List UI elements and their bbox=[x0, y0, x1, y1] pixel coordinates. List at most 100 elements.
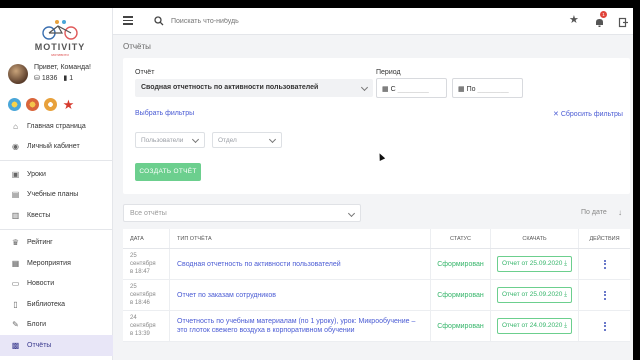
logo[interactable]: MOTIVITY мотивити bbox=[30, 18, 90, 57]
report-type-link[interactable]: Сводная отчетность по активности пользов… bbox=[170, 249, 431, 279]
sidebar-item-library[interactable]: ▯ Библиотека bbox=[0, 294, 113, 315]
department-select-value: Отдел bbox=[218, 137, 237, 144]
status-badge: Сформирован bbox=[431, 249, 491, 279]
download-button[interactable]: Отчет от 24.09.2020 ⤓ bbox=[496, 318, 573, 334]
sidebar-item-blogs[interactable]: ✎ Блоги bbox=[0, 315, 113, 336]
report-type-select[interactable]: Сводная отчетность по активности пользов… bbox=[135, 79, 373, 97]
search-icon[interactable] bbox=[154, 16, 164, 26]
sidebar-item-events[interactable]: ▦ Мероприятия bbox=[0, 253, 113, 274]
download-icon: ⤓ bbox=[564, 322, 568, 329]
menu-icon[interactable] bbox=[123, 16, 133, 25]
sidebar-item-news[interactable]: ▭ Новости bbox=[0, 274, 113, 295]
sidebar-item-label: Рейтинг bbox=[27, 239, 53, 247]
all-reports-select[interactable]: Все отчёты bbox=[123, 204, 361, 222]
sidebar-item-label: Библиотека bbox=[27, 300, 66, 308]
sidebar-item-lessons[interactable]: ▣ Уроки bbox=[0, 164, 113, 185]
lessons-icon: ▣ bbox=[11, 169, 20, 179]
date-from-label: С bbox=[390, 86, 396, 93]
report-label: Отчёт bbox=[135, 69, 155, 76]
library-icon: ▯ bbox=[13, 299, 18, 309]
sidebar-item-plans[interactable]: ▤ Учебные планы bbox=[0, 185, 113, 206]
more-actions-icon[interactable] bbox=[603, 321, 606, 331]
download-label: Отчет от 25.09.2020 bbox=[501, 291, 563, 298]
chevron-down-icon bbox=[360, 83, 369, 92]
sidebar-item-label: Квесты bbox=[27, 211, 51, 219]
sidebar-item-quests[interactable]: ▥ Квесты bbox=[0, 205, 113, 226]
report-filter-card: Отчёт Сводная отчетность по активности п… bbox=[123, 58, 630, 194]
row-date-time: в 13:39 bbox=[130, 331, 150, 337]
divider bbox=[0, 228, 113, 230]
sidebar-item-label: Личный кабинет bbox=[27, 143, 80, 151]
greeting-text: Привет, Команда! bbox=[34, 64, 91, 71]
column-header-type[interactable]: ТИП ОТЧЁТА bbox=[170, 229, 431, 248]
coins-stat: ⛁ 1836 bbox=[34, 74, 57, 82]
actions-cell bbox=[579, 249, 630, 279]
sidebar-item-label: Отчёты bbox=[27, 341, 52, 349]
sidebar-item-label: Мероприятия bbox=[27, 259, 71, 267]
reset-filters-label: Сбросить фильтры bbox=[560, 111, 623, 118]
report-type-link[interactable]: Отчет по заказам сотрудников bbox=[170, 280, 431, 310]
actions-cell bbox=[579, 280, 630, 310]
sidebar-item-label: Блоги bbox=[27, 321, 47, 329]
sidebar-item-reports[interactable]: ▩ Отчёты bbox=[0, 335, 113, 356]
coins-value: 1836 bbox=[41, 75, 58, 82]
table-row: 25 сентября в 18:46 Отчет по заказам сотр… bbox=[123, 280, 630, 311]
sidebar-item-label: Уроки bbox=[27, 170, 46, 178]
column-header-date[interactable]: ДАТА bbox=[123, 229, 170, 248]
actions-cell bbox=[579, 311, 630, 341]
sidebar-item-home[interactable]: ⌂ Главная страница bbox=[0, 116, 113, 137]
column-header-actions: ДЕЙСТВИЯ bbox=[589, 235, 620, 242]
bicycle-logo-icon bbox=[40, 18, 80, 40]
user-icon: ◉ bbox=[12, 142, 19, 152]
blogs-icon: ✎ bbox=[12, 320, 19, 330]
sidebar-item-profile[interactable]: ◉ Личный кабинет bbox=[0, 137, 113, 158]
chevron-down-icon bbox=[191, 135, 200, 144]
sidebar-item-rating[interactable]: ♛ Рейтинг bbox=[0, 233, 113, 254]
reports-table: ДАТА ТИП ОТЧЁТА СТАТУС СКАЧАТЬ ДЕЙСТВИЯ … bbox=[123, 229, 630, 342]
search-input[interactable] bbox=[171, 14, 471, 28]
choose-filters-link[interactable]: Выбрать фильтры bbox=[135, 110, 194, 117]
sort-arrow-icon[interactable]: ↓ bbox=[618, 208, 622, 217]
notification-count: 1 bbox=[600, 11, 607, 18]
reset-filters-link[interactable]: ✕ Сбросить фильтры bbox=[553, 110, 623, 118]
date-to-field[interactable]: ▦ По ________ bbox=[452, 78, 523, 98]
more-actions-icon[interactable] bbox=[603, 290, 606, 300]
main-content: Отчёты Отчёт Сводная отчетность по актив… bbox=[113, 35, 640, 360]
download-cell: Отчет от 25.09.2020 ⤓ bbox=[491, 280, 579, 310]
column-header-download[interactable]: СКАЧАТЬ bbox=[491, 229, 579, 248]
more-actions-icon[interactable] bbox=[603, 259, 606, 269]
date-to-label: По bbox=[466, 86, 476, 93]
chevron-down-icon bbox=[347, 209, 356, 218]
create-report-button[interactable]: СОЗДАТЬ ОТЧЁТ bbox=[135, 163, 201, 181]
bell-icon[interactable]: 1 bbox=[594, 11, 607, 27]
avatar[interactable] bbox=[8, 64, 28, 84]
date-from-field[interactable]: ▦ С ________ bbox=[376, 78, 447, 98]
events-icon: ▦ bbox=[11, 258, 20, 268]
row-date: 24 сентября в 13:39 bbox=[123, 311, 170, 341]
download-button[interactable]: Отчет от 25.09.2020 ⤓ bbox=[496, 287, 573, 303]
download-icon: ⤓ bbox=[564, 260, 568, 267]
calendar-icon: ▦ bbox=[382, 86, 389, 93]
table-row: 24 сентября в 13:39 Отчетность по учебным… bbox=[123, 311, 630, 342]
window-right-edge bbox=[633, 0, 640, 360]
reports-icon: ▩ bbox=[11, 340, 20, 350]
report-type-link[interactable]: Отчетность по учебным материалам (по 1 у… bbox=[170, 311, 431, 341]
chevron-down-icon bbox=[268, 135, 277, 144]
level-stat: ▮ 1 bbox=[63, 74, 73, 82]
users-select-value: Пользователи bbox=[141, 137, 184, 144]
download-button[interactable]: Отчет от 25.09.2020 ⤓ bbox=[496, 256, 573, 272]
star-icon[interactable]: ★ bbox=[569, 15, 580, 26]
download-cell: Отчет от 24.09.2020 ⤓ bbox=[491, 311, 579, 341]
logout-icon[interactable] bbox=[618, 15, 629, 28]
table-header: ДАТА ТИП ОТЧЁТА СТАТУС СКАЧАТЬ ДЕЙСТВИЯ bbox=[123, 229, 630, 249]
quests-icon: ▥ bbox=[11, 210, 20, 220]
department-select[interactable]: Отдел bbox=[212, 132, 282, 148]
achievement-badge-icon[interactable] bbox=[26, 98, 39, 111]
column-header-status[interactable]: СТАТУС bbox=[431, 229, 491, 248]
star-badge-icon[interactable]: ★ bbox=[62, 98, 75, 111]
sort-by-date[interactable]: По дате bbox=[581, 209, 607, 216]
achievement-badge-icon[interactable] bbox=[8, 98, 21, 111]
users-select[interactable]: Пользователи bbox=[135, 132, 205, 148]
calendar-icon: ▦ bbox=[458, 86, 465, 93]
achievement-badge-icon[interactable] bbox=[44, 98, 57, 111]
